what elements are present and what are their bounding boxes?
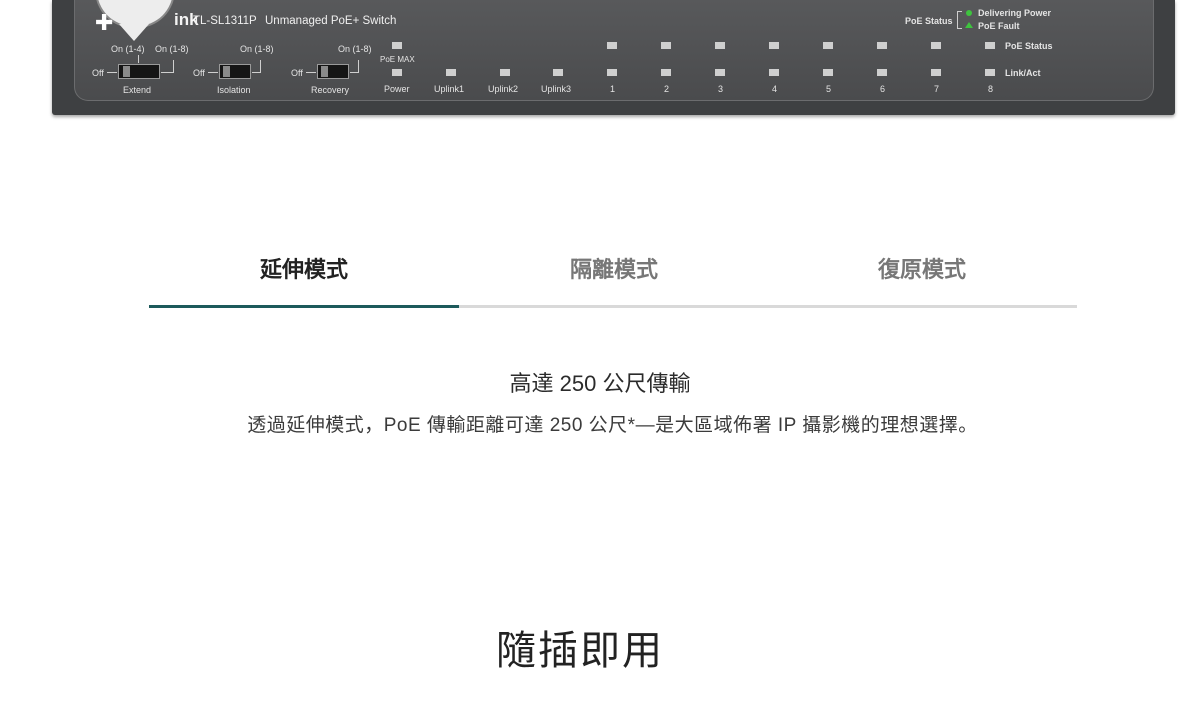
legend-poe-status-led — [985, 42, 995, 49]
legend-bracket — [957, 28, 962, 29]
legend-bracket — [957, 11, 958, 29]
panel-face: ✚ ink TL-SL1311P Unmanaged PoE+ Switch O… — [74, 0, 1154, 101]
extend-off-label: Off — [92, 68, 104, 78]
port-7-link-led — [931, 69, 941, 76]
legend-poe-status-label: PoE Status — [905, 16, 953, 26]
uplink1-led — [446, 69, 456, 76]
feature-title: 高達 250 公尺傳輸 — [509, 371, 691, 396]
delivering-power-icon — [966, 10, 972, 16]
extend-on-label-b: On (1-8) — [155, 44, 189, 54]
divider — [107, 72, 117, 73]
isolation-off-label: Off — [193, 68, 205, 78]
port-4-poe-led — [769, 42, 779, 49]
port-3-link-led — [715, 69, 725, 76]
poe-fault-icon — [965, 22, 973, 28]
port-label-1: 1 — [610, 84, 616, 94]
extend-on-label-a: On (1-4) — [111, 44, 145, 54]
uplink3-led — [553, 69, 563, 76]
tab-recovery-mode[interactable]: 復原模式 — [767, 245, 1077, 308]
extend-switch-knob — [123, 66, 130, 77]
recovery-switch[interactable] — [317, 64, 349, 79]
recovery-off-label: Off — [291, 68, 303, 78]
port-6-link-led — [877, 69, 887, 76]
port-label-6: 6 — [880, 84, 886, 94]
port-1-link-led — [607, 69, 617, 76]
legend-row-link-act: Link/Act — [1005, 68, 1041, 78]
recovery-switch-knob — [321, 66, 328, 77]
port-4-link-led — [769, 69, 779, 76]
isolation-switch-knob — [223, 66, 230, 77]
port-label-8: 8 — [988, 84, 994, 94]
port-label-5: 5 — [826, 84, 832, 94]
model-description: Unmanaged PoE+ Switch — [265, 15, 397, 27]
port-1-poe-led — [607, 42, 617, 49]
port-5-link-led — [823, 69, 833, 76]
divider — [252, 72, 260, 73]
legend-row-poe-status: PoE Status — [1005, 41, 1053, 51]
mode-tabs: 延伸模式 隔離模式 復原模式 — [149, 245, 1077, 309]
port-label-7: 7 — [934, 84, 940, 94]
divider — [173, 60, 174, 73]
legend-poe-fault: PoE Fault — [978, 21, 1020, 31]
divider — [260, 60, 261, 73]
poe-max-label: PoE MAX — [380, 55, 415, 64]
extend-label: Extend — [123, 85, 152, 95]
power-led — [392, 69, 402, 76]
recovery-on-label: On (1-8) — [338, 44, 372, 54]
divider — [161, 72, 173, 73]
isolation-on-label: On (1-8) — [240, 44, 274, 54]
legend-bracket — [957, 11, 962, 12]
port-label-2: 2 — [664, 84, 670, 94]
isolation-label: Isolation — [217, 85, 251, 95]
logo-pointer-icon — [119, 24, 149, 41]
divider — [350, 72, 358, 73]
feature-description: 透過延伸模式，PoE 傳輸距離可達 250 公尺*—是大區域佈署 IP 攝影機的… — [247, 415, 978, 436]
port-label-uplink3: Uplink3 — [541, 84, 572, 94]
poe-max-led — [392, 42, 402, 49]
recovery-label: Recovery — [311, 85, 350, 95]
port-label-power: Power — [384, 84, 410, 94]
page: ✚ ink TL-SL1311P Unmanaged PoE+ Switch O… — [0, 0, 1200, 718]
legend-delivering-power: Delivering Power — [978, 8, 1052, 18]
divider — [306, 72, 316, 73]
uplink2-led — [500, 69, 510, 76]
port-7-poe-led — [931, 42, 941, 49]
isolation-switch[interactable] — [219, 64, 251, 79]
port-label-3: 3 — [718, 84, 724, 94]
port-2-poe-led — [661, 42, 671, 49]
port-label-uplink1: Uplink1 — [434, 84, 465, 94]
section-title: 隨插即用 — [496, 629, 664, 673]
extend-switch[interactable] — [118, 64, 160, 79]
divider — [138, 55, 139, 63]
divider — [208, 72, 218, 73]
tab-isolation-mode[interactable]: 隔離模式 — [459, 245, 769, 308]
port-3-poe-led — [715, 42, 725, 49]
tab-extend-mode[interactable]: 延伸模式 — [149, 245, 459, 308]
model-name: TL-SL1311P — [193, 15, 257, 27]
port-6-poe-led — [877, 42, 887, 49]
port-label-uplink2: Uplink2 — [488, 84, 519, 94]
port-2-link-led — [661, 69, 671, 76]
switch-front-panel: ✚ ink TL-SL1311P Unmanaged PoE+ Switch O… — [52, 0, 1175, 115]
port-5-poe-led — [823, 42, 833, 49]
port-label-4: 4 — [772, 84, 778, 94]
tp-link-logo-icon: ✚ — [95, 10, 114, 35]
divider — [358, 60, 359, 73]
legend-link-act-led — [985, 69, 995, 76]
